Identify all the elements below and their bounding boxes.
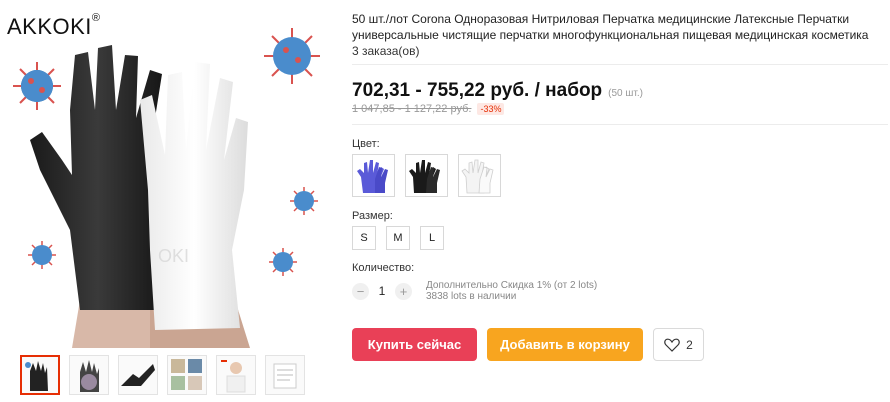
thumbnail-6[interactable] xyxy=(265,355,305,395)
old-price-row: 1 047,85 - 1 127,22 руб. -33% xyxy=(352,103,505,115)
thumbnail-2[interactable] xyxy=(69,355,109,395)
quantity-value[interactable]: 1 xyxy=(369,284,395,298)
heart-icon xyxy=(664,338,680,352)
brand-logo: AKKOKI® xyxy=(7,12,101,39)
divider xyxy=(352,64,888,65)
wishlist-button[interactable]: 2 xyxy=(653,328,704,361)
discount-badge: -33% xyxy=(477,103,505,115)
add-to-cart-button[interactable]: Добавить в корзину xyxy=(487,328,643,361)
wishlist-count: 2 xyxy=(686,337,693,352)
thumbnail-1[interactable] xyxy=(20,355,60,395)
product-info: 50 шт./лот Corona Одноразовая Нитриловая… xyxy=(352,0,888,402)
divider xyxy=(352,124,888,125)
virus-icon xyxy=(269,248,297,276)
color-option-white[interactable] xyxy=(458,154,501,197)
price-row: 702,31 - 755,22 руб. / набор (50 шт.) xyxy=(352,80,643,102)
stock-note: 3838 lots в наличии xyxy=(426,291,517,302)
size-option-m[interactable]: M xyxy=(386,226,410,250)
blue-glove-icon xyxy=(357,160,388,193)
thumbnail-3[interactable] xyxy=(118,355,158,395)
virus-icon xyxy=(13,62,61,110)
buy-now-button[interactable]: Купить сейчас xyxy=(352,328,477,361)
thumbnail-4[interactable] xyxy=(167,355,207,395)
orders-count[interactable]: 3 заказа(ов) xyxy=(352,44,419,58)
color-option-blue[interactable] xyxy=(352,154,395,197)
color-label: Цвет: xyxy=(352,138,380,150)
old-price: 1 047,85 - 1 127,22 руб. xyxy=(352,103,472,115)
virus-icon xyxy=(290,187,318,215)
action-buttons: Купить сейчас Добавить в корзину 2 xyxy=(352,328,704,361)
bulk-discount-note: Дополнительно Скидка 1% (от 2 lots) xyxy=(426,280,598,291)
current-price: 702,31 - 755,22 руб. / набор xyxy=(352,80,603,101)
quantity-notes: Дополнительно Скидка 1% (от 2 lots) 3838… xyxy=(426,280,597,302)
black-glove-icon xyxy=(409,160,440,193)
virus-icon xyxy=(264,28,320,84)
quantity-stepper: − 1 + Дополнительно Скидка 1% (от 2 lots… xyxy=(352,280,597,302)
svg-text:OKI: OKI xyxy=(158,246,189,266)
thumbnail-strip xyxy=(20,355,305,395)
size-option-s[interactable]: S xyxy=(352,226,376,250)
color-options xyxy=(352,154,501,197)
size-option-l[interactable]: L xyxy=(420,226,444,250)
main-product-image[interactable]: OKI AKKOKI® xyxy=(0,0,340,348)
minus-icon[interactable]: − xyxy=(352,283,369,300)
product-gallery: OKI AKKOKI® xyxy=(0,0,340,402)
product-title: 50 шт./лот Corona Одноразовая Нитриловая… xyxy=(352,12,869,42)
white-glove-icon xyxy=(461,159,494,194)
plus-icon[interactable]: + xyxy=(395,283,412,300)
color-option-black[interactable] xyxy=(405,154,448,197)
size-label: Размер: xyxy=(352,210,393,222)
virus-icon xyxy=(28,241,56,269)
size-options: S M L xyxy=(352,226,444,250)
unit-note: (50 шт.) xyxy=(608,88,643,99)
quantity-label: Количество: xyxy=(352,262,415,274)
thumbnail-5[interactable] xyxy=(216,355,256,395)
